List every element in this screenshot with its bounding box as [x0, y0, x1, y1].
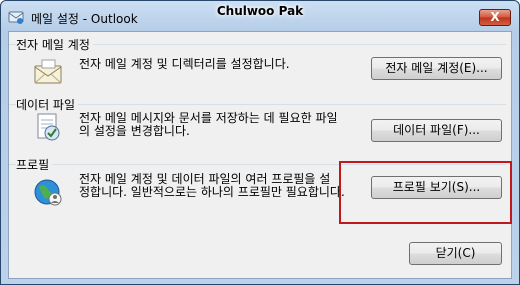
data-file-icon — [37, 113, 60, 141]
desc-line: 정합니다. 일반적으로는 하나의 프로필만 필요합니다. — [79, 185, 345, 199]
email-envelope-icon — [34, 59, 62, 84]
email-accounts-section: 전자 메일 계정 전자 메일 계정 및 디렉터리를 설정합니다. 전자 메일 계… — [9, 36, 511, 98]
close-dialog-button[interactable]: 닫기(C) — [409, 242, 502, 265]
email-accounts-button[interactable]: 전자 메일 계정(E)... — [371, 57, 502, 80]
highlight-box — [339, 161, 512, 224]
email-accounts-description: 전자 메일 계정 및 디렉터리를 설정합니다. — [79, 58, 369, 71]
desc-line: 전자 메일 계정 및 디렉터리를 설정합니다. — [79, 57, 290, 71]
data-files-button[interactable]: 데이터 파일(F)... — [371, 119, 502, 142]
data-files-description: 전자 메일 메시지와 문서를 저장하는 데 필요한 파일 의 설정을 변경합니다… — [79, 112, 369, 138]
section-divider — [9, 104, 506, 105]
profiles-description: 전자 메일 계정 및 데이터 파일의 여러 프로필을 설 정합니다. 일반적으로… — [79, 173, 369, 199]
email-accounts-label: 전자 메일 계정 — [16, 36, 93, 53]
close-window-button[interactable]: X — [479, 9, 511, 26]
mail-setup-window: 메일 설정 - Outlook Chulwoo Pak X 전자 메일 계정 전… — [0, 0, 520, 285]
profiles-label: 프로필 — [16, 156, 53, 173]
title-bar[interactable]: 메일 설정 - Outlook Chulwoo Pak X — [1, 1, 519, 31]
profile-globe-icon — [34, 179, 62, 206]
dialog-client-area: 전자 메일 계정 전자 메일 계정 및 디렉터리를 설정합니다. 전자 메일 계… — [8, 31, 512, 279]
user-name-title: Chulwoo Pak — [216, 4, 304, 18]
data-files-section: 데이터 파일 전자 메일 메시지와 문서를 저장하는 데 필요한 파일 의 설정… — [9, 96, 511, 158]
desc-line: 의 설정을 변경합니다. — [79, 124, 190, 138]
